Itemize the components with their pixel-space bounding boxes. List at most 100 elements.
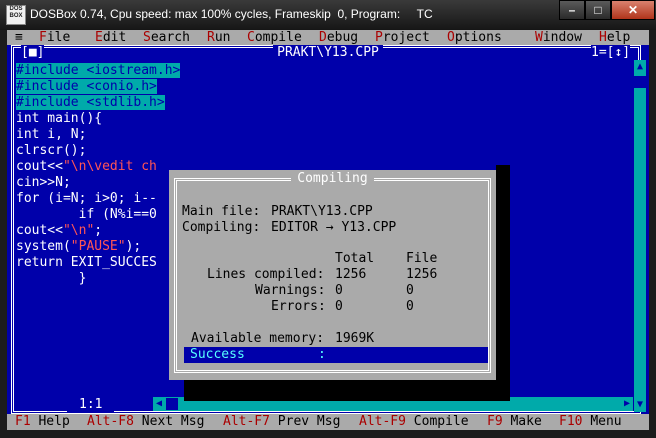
window-titlebar[interactable]: DOS BOX DOSBox 0.74, Cpu speed: max 100%…	[0, 0, 656, 30]
status-label: Compile	[413, 414, 469, 429]
menu-search[interactable]: Search	[143, 30, 190, 46]
available-memory-value: 1969K	[335, 331, 375, 346]
code-line[interactable]: #include <stdlib.h>	[16, 95, 180, 111]
window-border-left	[0, 30, 7, 438]
code-text-highlighted: #include <stdlib.h>	[16, 95, 165, 110]
status-key: F9	[487, 414, 503, 429]
turbo-c-screen: ≡ File Edit Search Run Compile Debug Pro…	[7, 30, 649, 430]
column-total-header: Total	[335, 251, 375, 266]
menu-options[interactable]: Options	[447, 30, 502, 46]
horizontal-scroll-thumb[interactable]	[166, 398, 178, 410]
menu-hotkey: P	[375, 30, 383, 45]
menu-hotkey: O	[447, 30, 455, 45]
code-line[interactable]: for (i=N; i>0; i--	[16, 191, 180, 207]
menu-label: ptions	[454, 30, 502, 45]
code-text: if (N%i==0	[16, 207, 157, 222]
status-label: Help	[38, 414, 70, 429]
code-line[interactable]: system("PAUSE");	[16, 239, 180, 255]
status-key: F1	[15, 414, 31, 429]
code-line[interactable]: cin>>N;	[16, 175, 180, 191]
errors-total: 0	[335, 299, 343, 314]
menu-label: elp	[606, 30, 631, 45]
code-text: cout<<	[16, 223, 63, 238]
minimize-button[interactable]: –	[559, 0, 585, 20]
code-line[interactable]: int main(){	[16, 111, 180, 127]
scroll-right-arrow-icon[interactable]: ▶	[621, 397, 633, 411]
menu-hotkey: D	[319, 30, 327, 45]
menu-debug[interactable]: Debug	[319, 30, 358, 46]
scroll-up-arrow-icon[interactable]: ▲	[634, 60, 646, 74]
errors-file: 0	[406, 299, 414, 314]
menu-label: indow	[542, 30, 582, 45]
column-file-header: File	[406, 251, 438, 266]
editor-title: PRAKT\Y13.CPP	[7, 45, 649, 61]
compile-status-bar: Success :	[184, 347, 488, 363]
close-button[interactable]: ✕	[611, 0, 655, 20]
menu-compile[interactable]: Compile	[247, 30, 302, 46]
compiling-value: EDITOR → Y13.CPP	[271, 220, 397, 235]
code-area[interactable]: #include <iostream.h> #include <conio.h> #…	[16, 63, 181, 287]
code-text: }	[16, 271, 87, 286]
editor-window-number-zoom[interactable]: 1=[↕]	[591, 45, 631, 61]
menu-run[interactable]: Run	[207, 30, 230, 46]
menu-help[interactable]: Help	[599, 30, 630, 46]
scroll-left-arrow-icon[interactable]: ◀	[153, 397, 165, 411]
menu-label: ebug	[326, 30, 359, 45]
main-file-label: Main file:	[182, 204, 261, 219]
code-text: int main(){	[16, 111, 103, 126]
errors-label: Errors:	[271, 299, 326, 314]
menu-edit[interactable]: Edit	[95, 30, 126, 46]
warnings-file: 0	[406, 283, 414, 298]
menu-label: un	[214, 30, 231, 45]
dialog-shadow	[184, 379, 507, 401]
code-line[interactable]: }	[16, 271, 180, 287]
cursor-position: 1:1	[67, 397, 115, 413]
menu-label: ompile	[254, 30, 302, 45]
menu-project[interactable]: Project	[375, 30, 430, 46]
window-title: DOSBox 0.74, Cpu speed: max 100% cycles,…	[30, 7, 433, 21]
code-line[interactable]: return EXIT_SUCCES	[16, 255, 180, 271]
code-text-highlighted: #include <iostream.h>	[16, 63, 181, 78]
status-prev-msg[interactable]: Alt-F7 Prev Msg	[223, 414, 340, 430]
status-label: Next Msg	[141, 414, 205, 429]
vertical-scroll-thumb[interactable]	[634, 76, 646, 88]
code-line[interactable]: int i, N;	[16, 127, 180, 143]
code-text: clrscr();	[16, 143, 87, 158]
dialog-shadow	[496, 165, 510, 401]
status-make[interactable]: F9 Make	[487, 414, 542, 430]
menu-hotkey: H	[599, 30, 607, 45]
menu-window[interactable]: Window	[535, 30, 582, 46]
status-menu[interactable]: F10 Menu	[559, 414, 622, 430]
menu-label: earch	[150, 30, 190, 45]
status-label: Menu	[590, 414, 622, 429]
menu-bar: ≡ File Edit Search Run Compile Debug Pro…	[7, 30, 649, 45]
status-compile[interactable]: Alt-F9 Compile	[359, 414, 469, 430]
status-label: Prev Msg	[277, 414, 341, 429]
menu-hotkey: W	[535, 30, 543, 45]
status-next-msg[interactable]: Alt-F8 Next Msg	[87, 414, 204, 430]
dialog-title-text: Compiling	[291, 171, 374, 186]
main-file-value: PRAKT\Y13.CPP	[271, 204, 373, 219]
dialog-title: Compiling	[169, 171, 496, 187]
code-line[interactable]: cout<<"\n";	[16, 223, 180, 239]
code-line[interactable]: #include <iostream.h>	[16, 63, 181, 79]
status-label: Make	[510, 414, 542, 429]
warnings-label: Warnings:	[255, 283, 326, 298]
vertical-scrollbar[interactable]: ▲ ▼	[634, 60, 646, 412]
code-string-literal: "PAUSE"	[70, 239, 126, 254]
code-line[interactable]: #include <conio.h>	[16, 79, 180, 95]
status-key: Alt-F9	[359, 414, 406, 429]
editor-filename: PRAKT\Y13.CPP	[273, 45, 383, 60]
editor-close-box[interactable]: [■]	[21, 45, 45, 61]
scroll-down-arrow-icon[interactable]: ▼	[634, 398, 646, 412]
code-line[interactable]: if (N%i==0	[16, 207, 180, 223]
menu-label: dit	[102, 30, 127, 45]
maximize-button[interactable]: □	[585, 0, 611, 20]
menu-hotkey: C	[247, 30, 255, 45]
status-f1-help[interactable]: F1 Help	[15, 414, 70, 430]
code-line[interactable]: clrscr();	[16, 143, 180, 159]
code-line[interactable]: cout<<"\n\vedit ch	[16, 159, 180, 175]
menu-file[interactable]: File	[39, 30, 70, 46]
system-menu-icon[interactable]: ≡	[15, 30, 23, 46]
menu-hotkey: F	[39, 30, 47, 45]
